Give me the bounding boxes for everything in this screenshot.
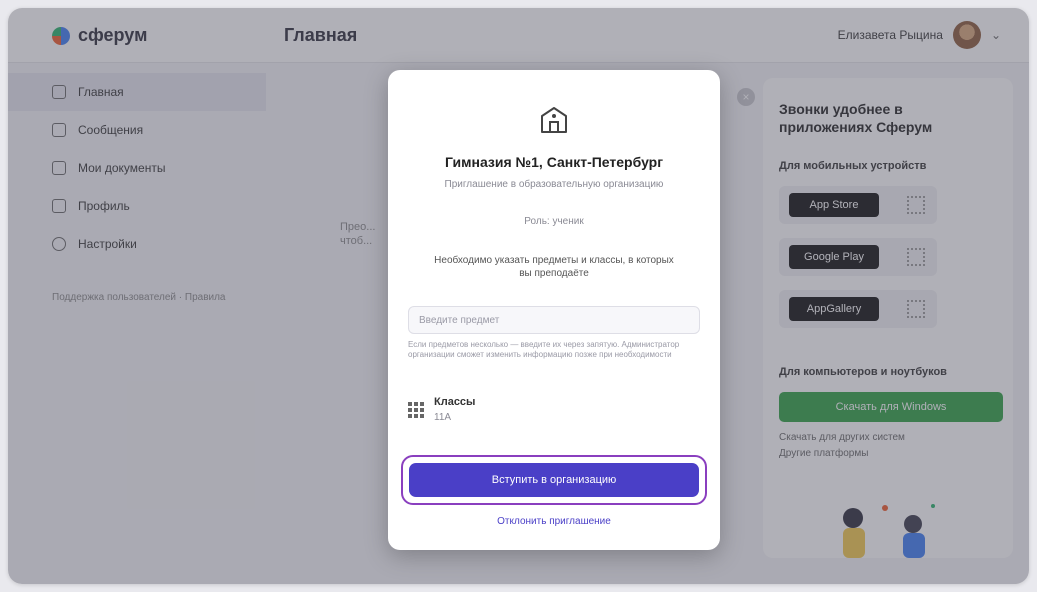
join-button-highlight: Вступить в организацию (401, 455, 707, 505)
invitation-role: Роль: ученик (524, 216, 584, 227)
organization-name: Гимназия №1, Санкт-Петербург (444, 154, 664, 170)
app-window: сферум Главная Елизавета Рыцина ⌄ Главна… (8, 8, 1029, 584)
subjects-note: Необходимо указать предметы и классы, в … (434, 255, 674, 279)
invitation-modal: Гимназия №1, Санкт-Петербург Приглашение… (388, 70, 720, 550)
invitation-description: Приглашение в образовательную организаци… (444, 179, 664, 190)
subject-hint: Если предметов несколько — введите их че… (408, 340, 680, 359)
classes-icon (408, 402, 424, 418)
join-organization-button[interactable]: Вступить в организацию (409, 463, 699, 497)
classes-value: 11А (434, 412, 452, 423)
classes-label: Классы (434, 396, 476, 408)
decline-invitation-link[interactable]: Отклонить приглашение (408, 516, 700, 527)
classes-row[interactable]: Классы 11А (408, 396, 475, 423)
school-building-icon (541, 107, 567, 133)
subject-input[interactable] (408, 306, 700, 334)
